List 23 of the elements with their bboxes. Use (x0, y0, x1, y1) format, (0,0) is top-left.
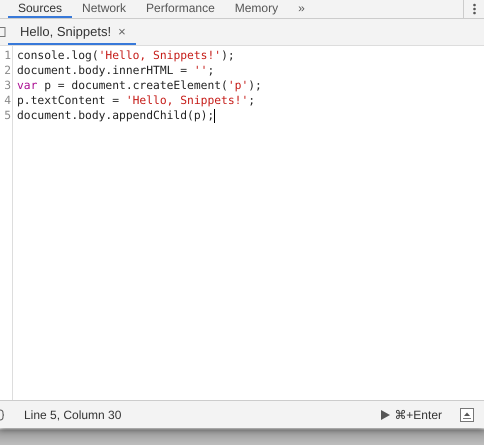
line-number: 3 (3, 78, 11, 93)
code-line: p.textContent = 'Hello, Snippets!'; (17, 94, 256, 107)
line-number: 1 (3, 48, 11, 63)
panel-tab[interactable]: Performance (136, 0, 225, 18)
drawer-toggle-icon[interactable] (460, 408, 474, 422)
panel-tab[interactable]: Network (72, 0, 136, 18)
line-number: 2 (3, 63, 11, 78)
more-options-icon[interactable] (472, 3, 476, 15)
pretty-print-icon[interactable] (0, 408, 4, 420)
run-button[interactable]: ⌘+Enter (380, 408, 442, 422)
code-line: var p = document.createElement('p'); (17, 79, 262, 92)
line-number: 4 (3, 93, 11, 108)
panel-tab[interactable]: Memory (224, 0, 288, 18)
code-line: document.body.innerHTML = ''; (17, 64, 214, 77)
code-line: console.log('Hello, Snippets!'); (17, 49, 235, 62)
sidebar-toggle-icon[interactable] (0, 27, 6, 37)
play-icon (380, 410, 390, 420)
close-tab-button[interactable]: × (118, 24, 126, 38)
more-tabs-button[interactable]: » (288, 0, 315, 18)
cursor-position: Line 5, Column 30 (24, 408, 122, 422)
line-number: 5 (3, 108, 11, 123)
tab-title: Hello, Snippets! (20, 24, 112, 38)
code-line: document.body.appendChild(p); (17, 109, 214, 122)
